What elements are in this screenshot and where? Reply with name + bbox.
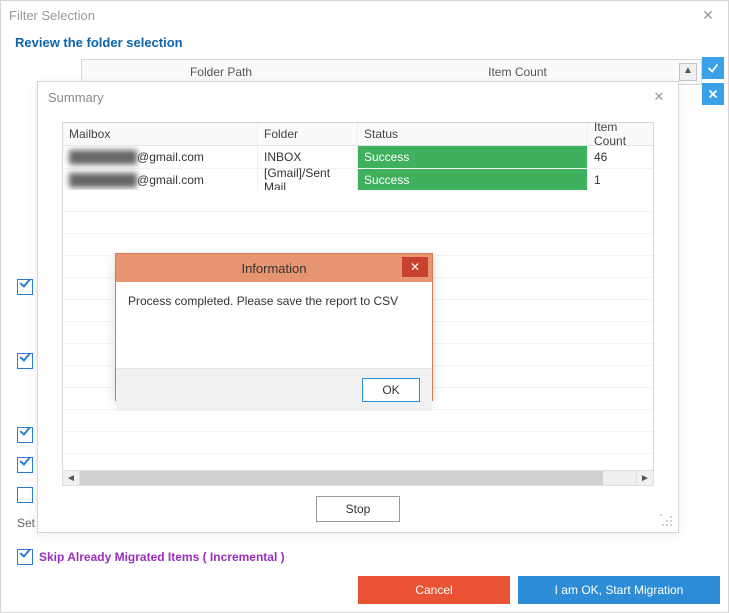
skip-migrated-label: Skip Already Migrated Items ( Incrementa… xyxy=(39,550,285,564)
tree-checkbox-column xyxy=(17,279,33,553)
resize-grip-icon[interactable] xyxy=(660,514,672,526)
bottom-button-bar: Cancel I am OK, Start Migration xyxy=(358,576,720,604)
uncheck-all-button[interactable] xyxy=(702,83,724,105)
close-icon[interactable]: ✕ xyxy=(402,257,428,277)
information-footer: OK xyxy=(116,368,432,411)
information-message: Process completed. Please save the repor… xyxy=(116,282,432,368)
settings-label: Set xyxy=(17,516,35,530)
folder-path-header: Folder Path xyxy=(86,65,356,79)
start-migration-button[interactable]: I am OK, Start Migration xyxy=(518,576,720,604)
tree-checkbox[interactable] xyxy=(17,427,33,443)
cell-folder: INBOX xyxy=(258,146,358,168)
titlebar: Filter Selection ✕ xyxy=(1,1,728,29)
cell-item-count: 1 xyxy=(588,169,653,191)
scroll-right-icon[interactable]: ► xyxy=(636,470,654,486)
close-icon[interactable]: ✕ xyxy=(696,6,720,24)
col-item-count[interactable]: Item Count xyxy=(588,123,653,145)
table-row[interactable]: ████████@gmail.com [Gmail]/Sent Mail Suc… xyxy=(63,169,653,192)
col-status[interactable]: Status xyxy=(358,123,588,145)
close-icon[interactable]: ✕ xyxy=(650,89,668,105)
tree-checkbox[interactable] xyxy=(17,279,33,295)
scroll-thumb[interactable] xyxy=(80,471,603,485)
window-title: Filter Selection xyxy=(9,8,696,23)
check-all-button[interactable] xyxy=(702,57,724,79)
scroll-left-icon[interactable]: ◄ xyxy=(62,470,80,486)
tree-checkbox[interactable] xyxy=(17,353,33,369)
cell-mailbox: ████████@gmail.com xyxy=(63,146,258,168)
table-row[interactable]: ████████@gmail.com INBOX Success 46 xyxy=(63,146,653,169)
summary-title: Summary xyxy=(48,90,650,105)
information-title: Information xyxy=(241,261,306,276)
summary-titlebar: Summary ✕ xyxy=(38,82,678,112)
scroll-up-icon[interactable]: ▲ xyxy=(679,63,697,81)
ok-button[interactable]: OK xyxy=(362,378,420,402)
side-toggle-stack xyxy=(702,57,726,109)
cell-mailbox: ████████@gmail.com xyxy=(63,169,258,191)
horizontal-scrollbar[interactable]: ◄ ► xyxy=(62,470,654,486)
cell-status: Success xyxy=(358,146,588,168)
item-count-header: Item Count xyxy=(356,65,679,79)
tree-checkbox[interactable] xyxy=(17,487,33,503)
information-titlebar: Information ✕ xyxy=(116,254,432,282)
subheader: Review the folder selection xyxy=(1,29,728,56)
skip-migrated-checkbox[interactable] xyxy=(17,549,33,565)
col-mailbox[interactable]: Mailbox xyxy=(63,123,258,145)
cell-item-count: 46 xyxy=(588,146,653,168)
skip-migrated-row: Skip Already Migrated Items ( Incrementa… xyxy=(17,549,285,565)
scroll-track[interactable] xyxy=(80,470,636,486)
stop-button[interactable]: Stop xyxy=(316,496,400,522)
cell-folder: [Gmail]/Sent Mail xyxy=(258,169,358,191)
filter-selection-window: Filter Selection ✕ Review the folder sel… xyxy=(0,0,729,613)
cancel-button[interactable]: Cancel xyxy=(358,576,510,604)
cell-status: Success xyxy=(358,169,588,191)
information-dialog: Information ✕ Process completed. Please … xyxy=(115,253,433,401)
summary-grid-header: Mailbox Folder Status Item Count xyxy=(63,123,653,146)
col-folder[interactable]: Folder xyxy=(258,123,358,145)
tree-checkbox[interactable] xyxy=(17,457,33,473)
